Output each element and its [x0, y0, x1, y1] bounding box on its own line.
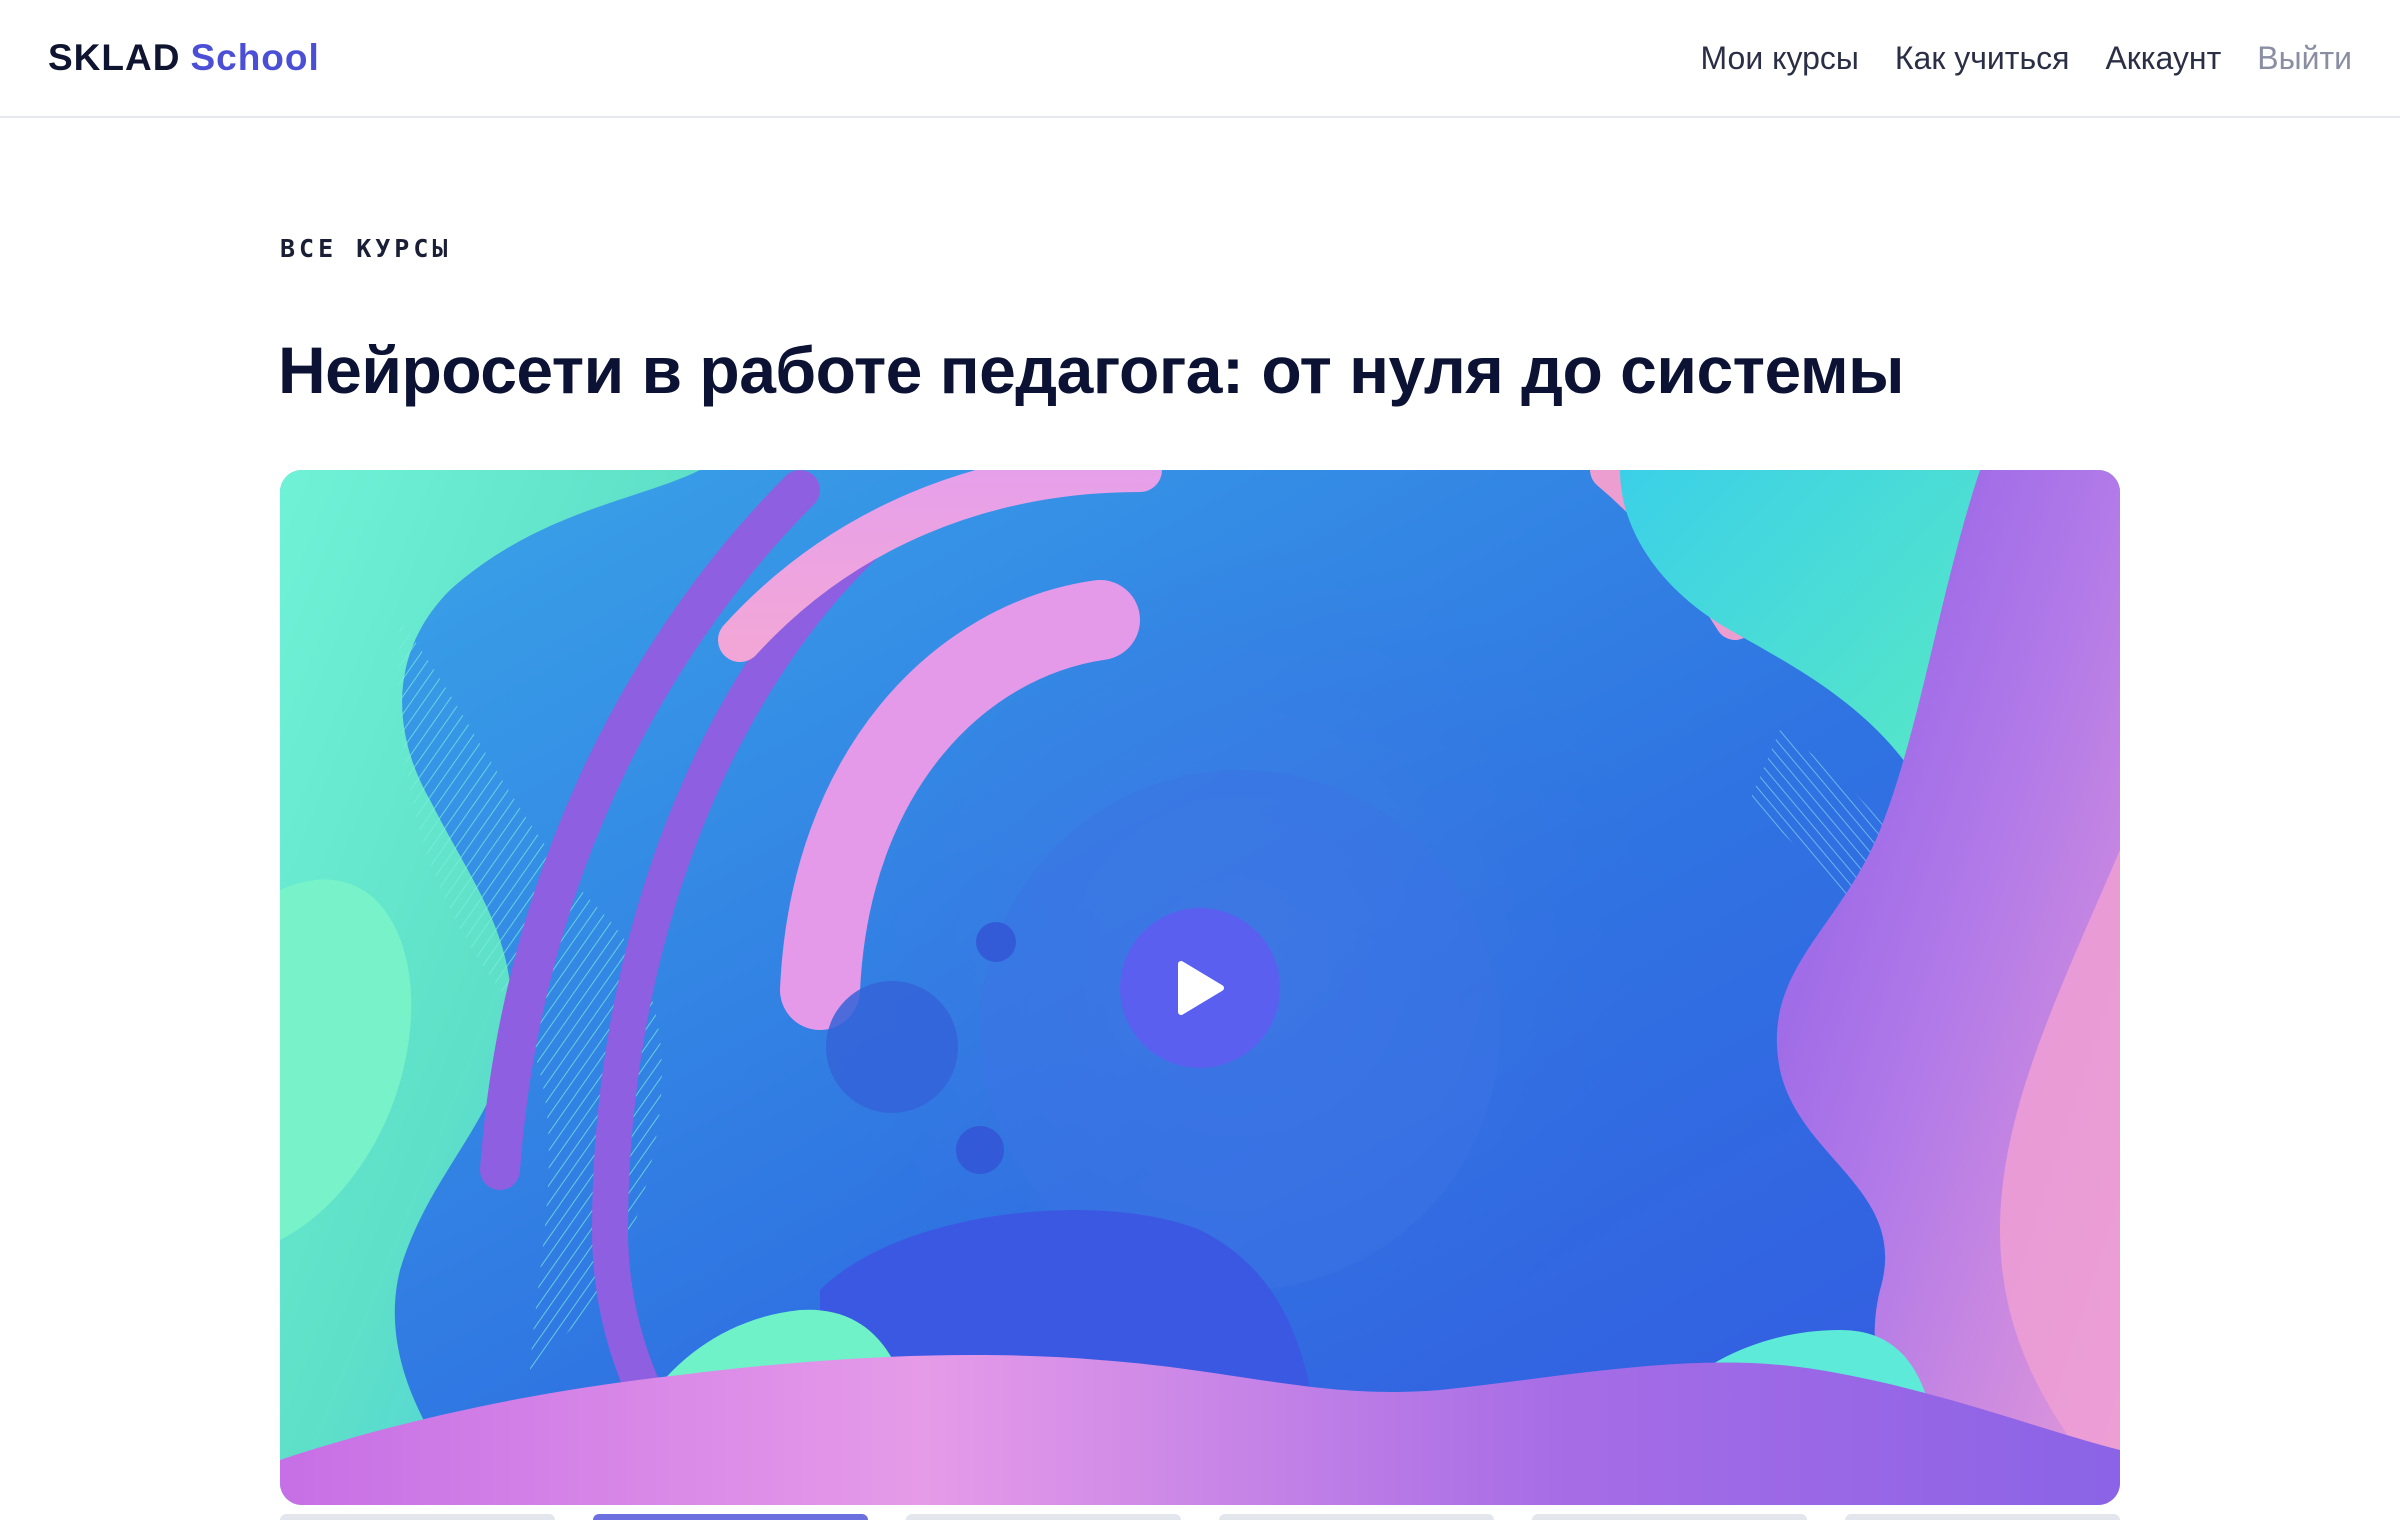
video-player[interactable] [280, 470, 2120, 1505]
nav-link-my-courses[interactable]: Мои курсы [1701, 36, 1859, 80]
logo-brand: SKLAD [48, 37, 181, 78]
page-title: Нейросети в работе педагога: от нуля до … [278, 333, 1905, 407]
top-navigation-bar: SKLAD School Мои курсы Как учиться Аккаун… [0, 0, 2400, 118]
lesson-thumbnail[interactable] [1532, 1514, 1807, 1520]
lesson-thumbnail-strip [280, 1514, 2120, 1520]
logo-brand-accent: School [190, 37, 320, 78]
main-nav: Мои курсы Как учиться Аккаунт Выйти [1701, 36, 2352, 80]
lesson-thumbnail[interactable] [1845, 1514, 2120, 1520]
breadcrumb-all-courses[interactable]: ВСЕ КУРСЫ [280, 234, 451, 263]
play-button[interactable] [1120, 908, 1280, 1068]
nav-link-how-to-learn[interactable]: Как учиться [1895, 36, 2070, 80]
lesson-thumbnail[interactable] [280, 1514, 555, 1520]
logo[interactable]: SKLAD School [48, 36, 320, 80]
nav-link-account[interactable]: Аккаунт [2105, 36, 2221, 80]
lesson-thumbnail[interactable] [906, 1514, 1181, 1520]
nav-link-logout[interactable]: Выйти [2257, 36, 2352, 80]
lesson-thumbnail[interactable] [1219, 1514, 1494, 1520]
play-icon [1178, 961, 1224, 1015]
lesson-thumbnail[interactable] [593, 1514, 868, 1520]
